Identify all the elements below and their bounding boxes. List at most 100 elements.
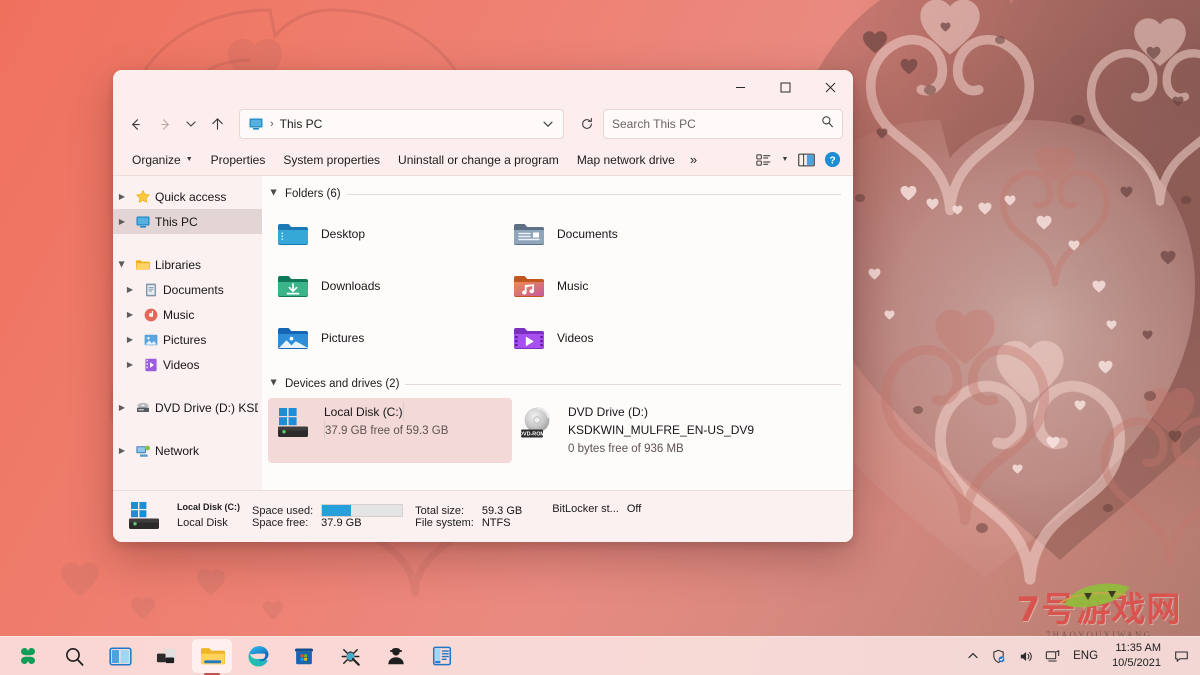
search-button[interactable] bbox=[54, 639, 94, 673]
edge-icon bbox=[248, 645, 268, 666]
volume-button[interactable] bbox=[1013, 645, 1038, 668]
language-indicator[interactable]: ENG bbox=[1067, 645, 1104, 667]
folder-item-pictures[interactable]: Pictures bbox=[268, 312, 504, 364]
windows-clover-icon bbox=[21, 648, 35, 664]
drives-group-header[interactable]: ▶ Devices and drives (2) bbox=[262, 374, 853, 394]
taskbar[interactable]: ENG 11:35 AM 10/5/2021 bbox=[0, 636, 1200, 675]
clock[interactable]: 11:35 AM 10/5/2021 bbox=[1106, 639, 1167, 673]
drives-group-label: Devices and drives (2) bbox=[285, 378, 400, 390]
view-options-chevron-icon[interactable]: ▼ bbox=[777, 148, 793, 172]
back-button[interactable] bbox=[121, 110, 149, 138]
sidebar-item-dvd-drive[interactable]: ▶ DVD Drive (D:) KSDK bbox=[113, 395, 262, 420]
search-icon[interactable] bbox=[821, 115, 834, 133]
spy-icon bbox=[388, 647, 404, 665]
chevron-down-icon[interactable]: ▶ bbox=[118, 256, 127, 274]
status-bitlocker-group: BitLocker st... Off bbox=[552, 503, 641, 515]
chevron-right-icon[interactable]: ▶ bbox=[121, 335, 139, 344]
show-hidden-icons-button[interactable] bbox=[962, 646, 984, 666]
sidebar-item-documents[interactable]: ▶ Documents bbox=[113, 277, 262, 302]
libraries-folder-icon bbox=[135, 257, 151, 273]
properties-button[interactable]: Properties bbox=[202, 148, 275, 172]
forward-button[interactable] bbox=[151, 110, 179, 138]
folder-item-documents[interactable]: Documents bbox=[504, 208, 740, 260]
search-box[interactable]: Search This PC bbox=[603, 109, 843, 139]
close-button[interactable] bbox=[808, 70, 853, 104]
music-folder-icon bbox=[512, 269, 546, 303]
file-explorer-button[interactable] bbox=[192, 639, 232, 673]
command-toolbar[interactable]: Organize ▼ Properties System properties … bbox=[113, 144, 853, 176]
sidebar-item-network[interactable]: ▶ Network bbox=[113, 438, 262, 463]
edge-button[interactable] bbox=[238, 639, 278, 673]
up-button[interactable] bbox=[203, 110, 231, 138]
drive-info: DVD Drive (D:) KSDKWIN_MULFRE_EN-US_DV9 … bbox=[568, 403, 754, 457]
desktop[interactable]: › This PC Search This PC Organize ▼ Prop… bbox=[0, 0, 1200, 675]
system-properties-button[interactable]: System properties bbox=[274, 148, 389, 172]
content-pane[interactable]: ▶ Folders (6) Desktop Documents Download… bbox=[262, 176, 853, 490]
uninstall-or-change-program-button[interactable]: Uninstall or change a program bbox=[389, 148, 568, 172]
folder-label: Documents bbox=[557, 227, 618, 241]
drive-item-dvd-d[interactable]: DVD-ROM DVD Drive (D:) KSDKWIN_MULFRE_EN… bbox=[512, 398, 756, 463]
chevron-down-icon[interactable] bbox=[537, 112, 559, 136]
pictures-folder-icon bbox=[276, 321, 310, 355]
security-button[interactable] bbox=[986, 645, 1011, 668]
folder-item-music[interactable]: Music bbox=[504, 260, 740, 312]
sidebar-label: Videos bbox=[163, 357, 200, 372]
widgets-button[interactable] bbox=[146, 639, 186, 673]
folder-item-desktop[interactable]: Desktop bbox=[268, 208, 504, 260]
reader-icon bbox=[432, 646, 452, 666]
sidebar-item-music[interactable]: ▶ Music bbox=[113, 302, 262, 327]
refresh-button[interactable] bbox=[573, 110, 601, 138]
folder-item-downloads[interactable]: Downloads bbox=[268, 260, 504, 312]
chevron-right-icon[interactable]: ▶ bbox=[113, 192, 131, 201]
help-icon[interactable]: ? bbox=[819, 148, 845, 172]
organize-button[interactable]: Organize ▼ bbox=[123, 148, 202, 172]
sidebar-item-libraries[interactable]: ▶ Libraries bbox=[113, 252, 262, 277]
drive-item-local-disk-c[interactable]: Local Disk (C:) 37.9 GB free of 59.3 GB bbox=[268, 398, 512, 463]
chevron-right-icon[interactable]: ▶ bbox=[113, 403, 131, 412]
task-view-button[interactable] bbox=[100, 639, 140, 673]
address-bar[interactable]: › This PC bbox=[239, 109, 564, 139]
notification-center-button[interactable] bbox=[1169, 645, 1194, 668]
microsoft-store-button[interactable] bbox=[284, 639, 324, 673]
folder-item-videos[interactable]: Videos bbox=[504, 312, 740, 364]
chevron-down-icon[interactable]: ▶ bbox=[270, 379, 279, 389]
chevron-right-icon[interactable]: ▶ bbox=[121, 360, 139, 369]
maximize-button[interactable] bbox=[763, 70, 808, 104]
toolbar-overflow-button[interactable]: » bbox=[684, 147, 703, 172]
chevron-down-icon[interactable]: ▶ bbox=[270, 189, 279, 199]
view-options-icon[interactable] bbox=[751, 148, 777, 172]
window-titlebar[interactable] bbox=[113, 70, 853, 104]
sidebar-item-videos[interactable]: ▶ Videos bbox=[113, 352, 262, 377]
breadcrumb-path[interactable]: This PC bbox=[280, 117, 532, 131]
dvd-rom-icon: DVD-ROM bbox=[519, 406, 558, 440]
spy-app-button[interactable] bbox=[376, 639, 416, 673]
sidebar-label: Pictures bbox=[163, 332, 207, 347]
recent-locations-button[interactable] bbox=[181, 110, 201, 138]
network-icon bbox=[1045, 649, 1060, 662]
drive-name: DVD Drive (D:) bbox=[568, 405, 648, 419]
sidebar-item-quick-access[interactable]: ▶ Quick access bbox=[113, 184, 262, 209]
window-body: ▶ Quick access ▶ This PC ▶ Libraries ▶ D… bbox=[113, 176, 853, 490]
drive-volume-label: KSDKWIN_MULFRE_EN-US_DV9 bbox=[568, 423, 755, 437]
chevron-right-icon[interactable]: ▶ bbox=[121, 310, 139, 319]
sidebar-label: Music bbox=[163, 307, 195, 322]
network-button[interactable] bbox=[1040, 645, 1065, 668]
sidebar-item-pictures[interactable]: ▶ Pictures bbox=[113, 327, 262, 352]
preview-pane-icon[interactable] bbox=[793, 148, 819, 172]
debug-tool-button[interactable] bbox=[330, 639, 370, 673]
start-button[interactable] bbox=[8, 639, 48, 673]
breadcrumb-separator: › bbox=[270, 118, 274, 130]
search-input[interactable]: Search This PC bbox=[612, 117, 821, 131]
sidebar-item-this-pc[interactable]: ▶ This PC bbox=[113, 209, 262, 234]
address-bar-row[interactable]: › This PC Search This PC bbox=[113, 104, 853, 144]
folders-group-header[interactable]: ▶ Folders (6) bbox=[262, 184, 853, 204]
map-network-drive-button[interactable]: Map network drive bbox=[568, 148, 684, 172]
chevron-right-icon[interactable]: ▶ bbox=[113, 217, 131, 226]
reader-app-button[interactable] bbox=[422, 639, 462, 673]
navigation-pane[interactable]: ▶ Quick access ▶ This PC ▶ Libraries ▶ D… bbox=[113, 176, 262, 490]
minimize-button[interactable] bbox=[718, 70, 763, 104]
chevron-right-icon[interactable]: ▶ bbox=[113, 446, 131, 455]
chevron-right-icon[interactable]: ▶ bbox=[121, 285, 139, 294]
file-explorer-window[interactable]: › This PC Search This PC Organize ▼ Prop… bbox=[113, 70, 853, 542]
sidebar-label: DVD Drive (D:) KSDK bbox=[155, 400, 258, 415]
